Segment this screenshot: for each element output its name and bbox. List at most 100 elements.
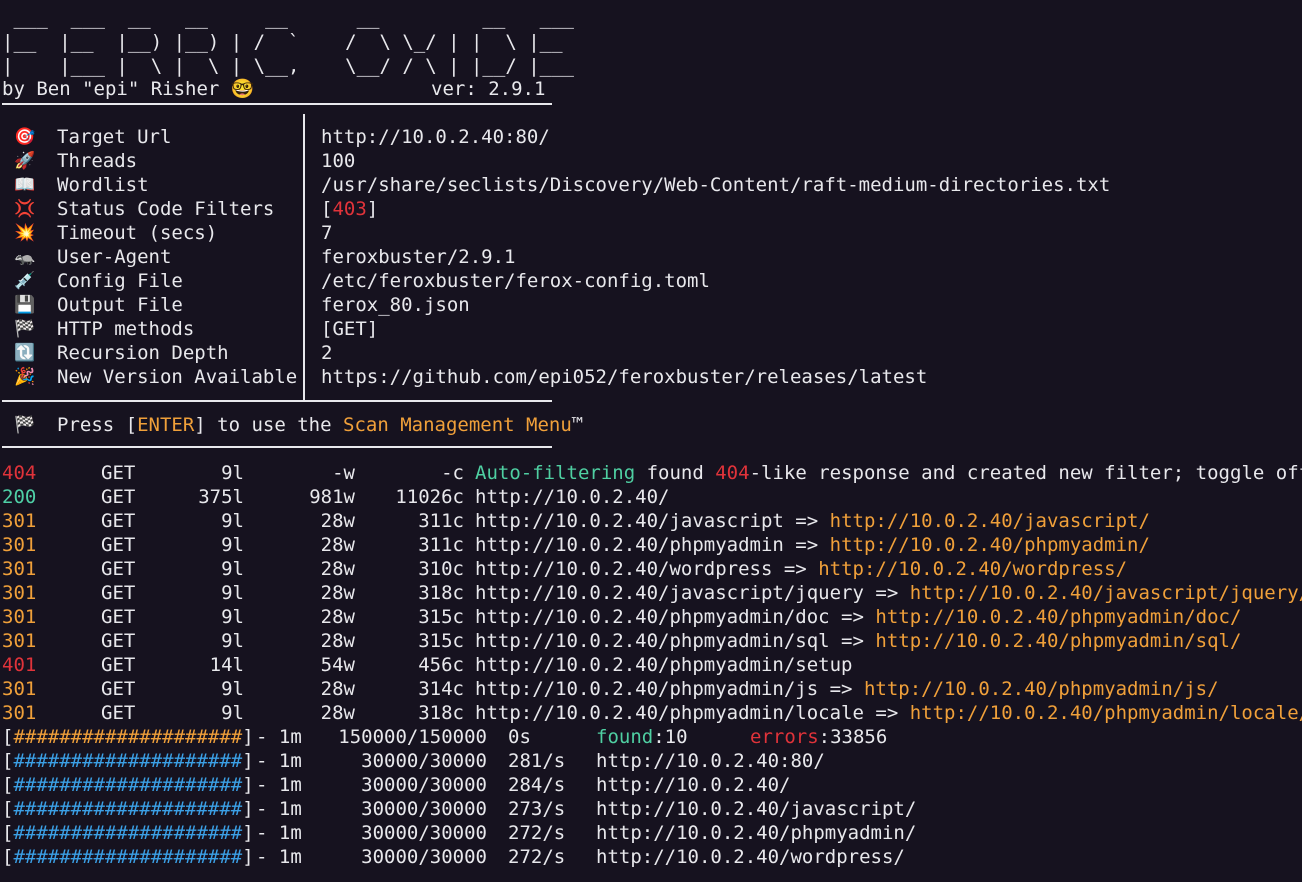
progress-bar: [####################]	[2, 798, 254, 820]
status-filter-code: 403	[332, 198, 367, 220]
config-label: User-Agent	[57, 246, 172, 268]
anger-icon: 💢	[14, 199, 36, 219]
method: GET	[101, 606, 136, 628]
config-row: 💢 Status Code Filters [403]	[0, 197, 1100, 221]
method: GET	[101, 558, 136, 580]
config-label: Output File	[57, 294, 183, 316]
divider	[2, 103, 552, 105]
result-detail: http://10.0.2.40/phpmyadmin/locale => ht…	[475, 701, 1302, 725]
request-rate: 0s	[508, 726, 531, 748]
line-count: 9l	[221, 630, 244, 652]
progress-bar: [####################]	[2, 774, 254, 796]
result-url: http://10.0.2.40/phpmyadmin/locale	[475, 702, 864, 724]
enter-key: ENTER	[137, 414, 195, 436]
config-value: 100	[321, 150, 356, 172]
result-row: 301 GET 9l 28w 311c http://10.0.2.40/phpmyadm…	[0, 533, 1302, 557]
progress-fill: ####################	[13, 822, 243, 844]
book-icon: 📖	[14, 175, 36, 195]
config-row: 🦡 User-Agent feroxbuster/2.9.1	[0, 245, 1100, 269]
line-count: 14l	[209, 654, 244, 676]
status-code: 301	[2, 606, 37, 628]
banner-art-line: | |___ | \ | \ | \__, \__/ / \ | |__/ |_…	[2, 55, 574, 77]
status-code: 401	[2, 654, 37, 676]
result-row: 301 GET 9l 28w 314c http://10.0.2.40/phpmyadm…	[0, 677, 1302, 701]
request-count: 30000/30000	[361, 798, 487, 820]
progress-fill: ####################	[13, 798, 243, 820]
cycle-icon: 🔃	[14, 343, 36, 363]
result-row: 301 GET 9l 28w 315c http://10.0.2.40/phpmyadm…	[0, 605, 1302, 629]
word-count: 54w	[320, 654, 355, 676]
scan-url: http://10.0.2.40:80/	[596, 750, 825, 772]
config-label: HTTP methods	[57, 318, 195, 340]
progress-fill: ####################	[13, 774, 243, 796]
floppy-icon: 💾	[14, 295, 36, 315]
banner-version: ver: 2.9.1	[431, 78, 546, 100]
status-code: 301	[2, 510, 37, 532]
progress-bar: [####################]	[2, 822, 254, 844]
result-detail: http://10.0.2.40/phpmyadmin/setup	[475, 653, 853, 677]
result-detail: http://10.0.2.40/javascript => http://10…	[475, 510, 1150, 532]
word-count: 28w	[320, 678, 355, 700]
config-value: 2	[321, 342, 333, 364]
result-url: http://10.0.2.40/phpmyadmin/doc	[475, 606, 830, 628]
error-count: errors:33856	[750, 726, 888, 748]
result-detail: http://10.0.2.40/javascript/jquery => ht…	[475, 581, 1302, 605]
config-row: 🚀 Threads 100	[0, 149, 1100, 173]
method: GET	[101, 534, 136, 556]
line-count: 9l	[221, 678, 244, 700]
checkered-flag-icon: 🏁	[14, 415, 36, 435]
scan-url: http://10.0.2.40/javascript/	[596, 798, 917, 820]
result-detail: http://10.0.2.40/	[475, 485, 669, 509]
config-label: Threads	[57, 150, 138, 172]
config-row: 🔃 Recursion Depth 2	[0, 341, 1100, 365]
config-label: New Version Available	[57, 366, 298, 388]
method: GET	[101, 702, 136, 724]
progress-fill: ####################	[13, 726, 243, 748]
status-code: 301	[2, 702, 37, 724]
progress-row: [####################] - 1m 30000/30000 273…	[0, 797, 1302, 821]
status-code: 301	[2, 678, 37, 700]
elapsed-time: - 1m	[256, 726, 302, 748]
config-value: [403]	[321, 198, 379, 220]
scan-url: http://10.0.2.40/wordpress/	[596, 846, 905, 868]
line-count: 9l	[221, 534, 244, 556]
result-detail: Auto-filtering found 404-like response a…	[475, 462, 1302, 484]
status-code: 301	[2, 558, 37, 580]
progress-row: [####################] - 1m 30000/30000 272…	[0, 845, 1302, 869]
config-value: [GET]	[321, 318, 379, 340]
char-count: 315c	[418, 630, 464, 652]
result-row: 301 GET 9l 28w 318c http://10.0.2.40/javascri…	[0, 581, 1302, 605]
progress-row: [####################] - 1m 30000/30000 272…	[0, 821, 1302, 845]
redirect-url: http://10.0.2.40/phpmyadmin/	[829, 534, 1150, 556]
progress-row: [####################] - 1m 150000/150000 0…	[0, 725, 1302, 749]
config-label: Status Code Filters	[57, 198, 275, 220]
banner-art-line: ___ ___ __ __ __ __ __ ___	[2, 7, 574, 29]
scan-management-menu: Scan Management Menu	[343, 414, 572, 436]
config-value: /usr/share/seclists/Discovery/Web-Conten…	[321, 174, 1111, 196]
auto-filter-label: Auto-filtering	[475, 462, 636, 484]
terminal-window[interactable]: ___ ___ __ __ __ __ __ ___ |__ |__ |__) …	[0, 0, 1302, 882]
request-count: 30000/30000	[361, 846, 487, 868]
result-row: 404 GET 9l -w -c Auto-filtering found 404-lik…	[0, 461, 1302, 485]
line-count: 375l	[198, 486, 244, 508]
result-detail: http://10.0.2.40/phpmyadmin/sql => http:…	[475, 630, 1242, 652]
result-detail: http://10.0.2.40/phpmyadmin => http://10…	[475, 534, 1150, 556]
config-row: 🎯 Target Url http://10.0.2.40:80/	[0, 125, 1100, 149]
redirect-url: http://10.0.2.40/phpmyadmin/doc/	[875, 606, 1242, 628]
result-row: 401 GET 14l 54w 456c http://10.0.2.40/phpmyad…	[0, 653, 1302, 677]
word-count: 28w	[320, 558, 355, 580]
char-count: 311c	[418, 510, 464, 532]
status-code: 200	[2, 486, 37, 508]
press-enter-line: 🏁 Press [ENTER] to use the Scan Manageme…	[0, 413, 583, 437]
banner-author: by Ben "epi" Risher 🤓	[2, 78, 255, 100]
line-count: 9l	[221, 702, 244, 724]
checkered-flag-icon: 🏁	[14, 319, 36, 339]
progress-bar: [####################]	[2, 750, 254, 772]
word-count: 28w	[320, 630, 355, 652]
syringe-icon: 💉	[14, 271, 36, 291]
redirect-url: http://10.0.2.40/wordpress/	[818, 558, 1128, 580]
rocket-icon: 🚀	[14, 151, 36, 171]
config-label: Recursion Depth	[57, 342, 229, 364]
scan-url: http://10.0.2.40/	[596, 774, 791, 796]
progress-bar: [####################]	[2, 726, 254, 748]
